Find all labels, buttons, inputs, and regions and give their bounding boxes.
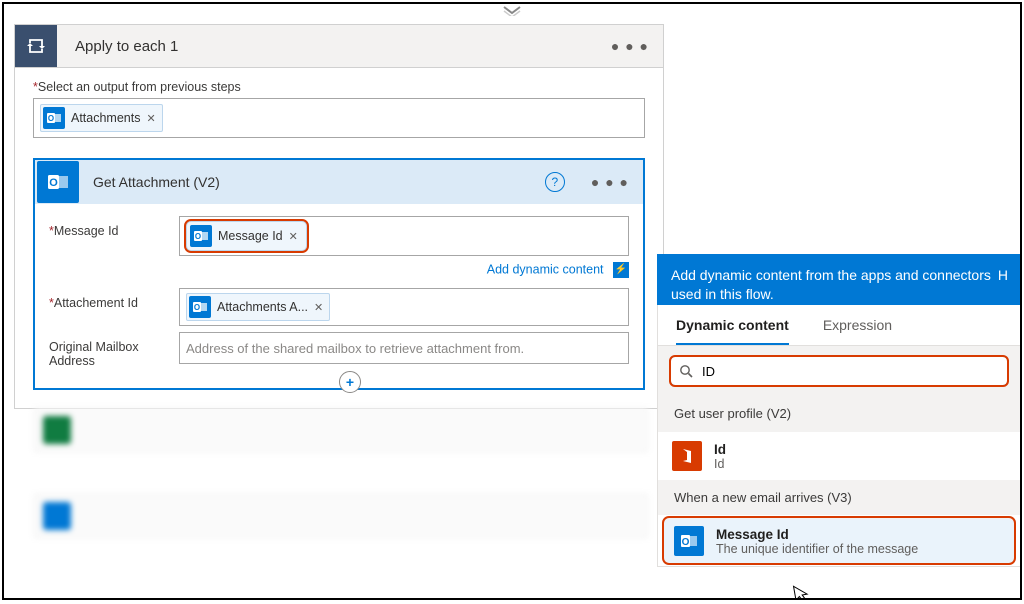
section-get-user-profile: Get user profile (V2) [658,396,1020,431]
outlook-icon: O [190,225,212,247]
outlook-icon: O [43,107,65,129]
item-subtitle: The unique identifier of the message [716,542,918,556]
token-remove-button[interactable]: ✕ [289,230,298,243]
search-icon [679,364,694,379]
get-attachment-card: O Get Attachment (V2) ? ● ● ● *Message I… [33,158,645,390]
mailbox-label: Original Mailbox Address [49,332,179,368]
action-more-button[interactable]: ● ● ● [577,174,643,190]
add-dynamic-row: Add dynamic content ⚡ [49,262,629,278]
add-dynamic-button[interactable]: ⚡ [613,262,629,278]
token-attachments[interactable]: O Attachments ✕ [40,104,163,132]
svg-text:O: O [682,537,690,548]
blurred-step-2 [34,494,648,538]
section-new-email: When a new email arrives (V3) [658,480,1020,515]
outlook-icon: O [189,296,211,318]
loop-icon [15,25,57,67]
dynamic-content-panel: Dynamic content Expression Get user prof… [657,305,1020,567]
token-label: Attachments A... [217,300,308,314]
token-remove-button[interactable]: ✕ [314,301,323,314]
add-dynamic-link[interactable]: Add dynamic content [487,262,604,276]
message-id-input[interactable]: O Message Id ✕ [179,216,629,256]
hide-link[interactable]: H [998,266,1008,285]
blurred-step-1 [34,408,648,452]
apply-title: Apply to each 1 [57,38,597,55]
svg-text:O: O [195,232,201,241]
attachment-id-label: *Attachement Id [49,288,179,310]
output-label: *Select an output from previous steps [33,80,645,94]
outlook-icon: O [674,526,704,556]
svg-text:O: O [49,177,58,189]
search-input[interactable] [702,364,999,379]
message-id-label: *Message Id [49,216,179,238]
svg-text:O: O [48,114,54,123]
outlook-icon: O [37,161,79,203]
item-title: Message Id [716,527,918,542]
dyn-item-message-id[interactable]: O Message Id The unique identifier of th… [664,518,1014,563]
more-menu-button[interactable]: ● ● ● [597,38,663,54]
action-header[interactable]: O Get Attachment (V2) ? ● ● ● [35,160,643,204]
dyn-item-id[interactable]: Id Id [658,431,1020,480]
chevron-down-icon [494,4,530,18]
office-icon [672,441,702,471]
apply-header[interactable]: Apply to each 1 ● ● ● [15,25,663,68]
mailbox-input[interactable]: Address of the shared mailbox to retriev… [179,332,629,364]
token-label: Attachments [71,111,140,125]
add-step-button[interactable]: + [339,371,361,393]
help-button[interactable]: ? [545,172,565,192]
item-title: Id [714,442,726,457]
token-label: Message Id [218,229,283,243]
cursor-icon [792,583,811,600]
item-subtitle: Id [714,457,726,471]
output-input[interactable]: O Attachments ✕ [33,98,645,138]
dynamic-search-box[interactable] [670,356,1008,386]
action-title: Get Attachment (V2) [79,174,545,190]
token-message-id[interactable]: O Message Id ✕ [186,221,307,251]
tab-expression[interactable]: Expression [823,317,892,345]
apply-to-each-card: Apply to each 1 ● ● ● *Select an output … [14,24,664,409]
token-attachments-a[interactable]: O Attachments A... ✕ [186,293,330,321]
token-remove-button[interactable]: ✕ [146,112,155,125]
attachment-id-input[interactable]: O Attachments A... ✕ [179,288,629,326]
svg-text:O: O [194,303,200,312]
tab-dynamic-content[interactable]: Dynamic content [676,317,789,345]
